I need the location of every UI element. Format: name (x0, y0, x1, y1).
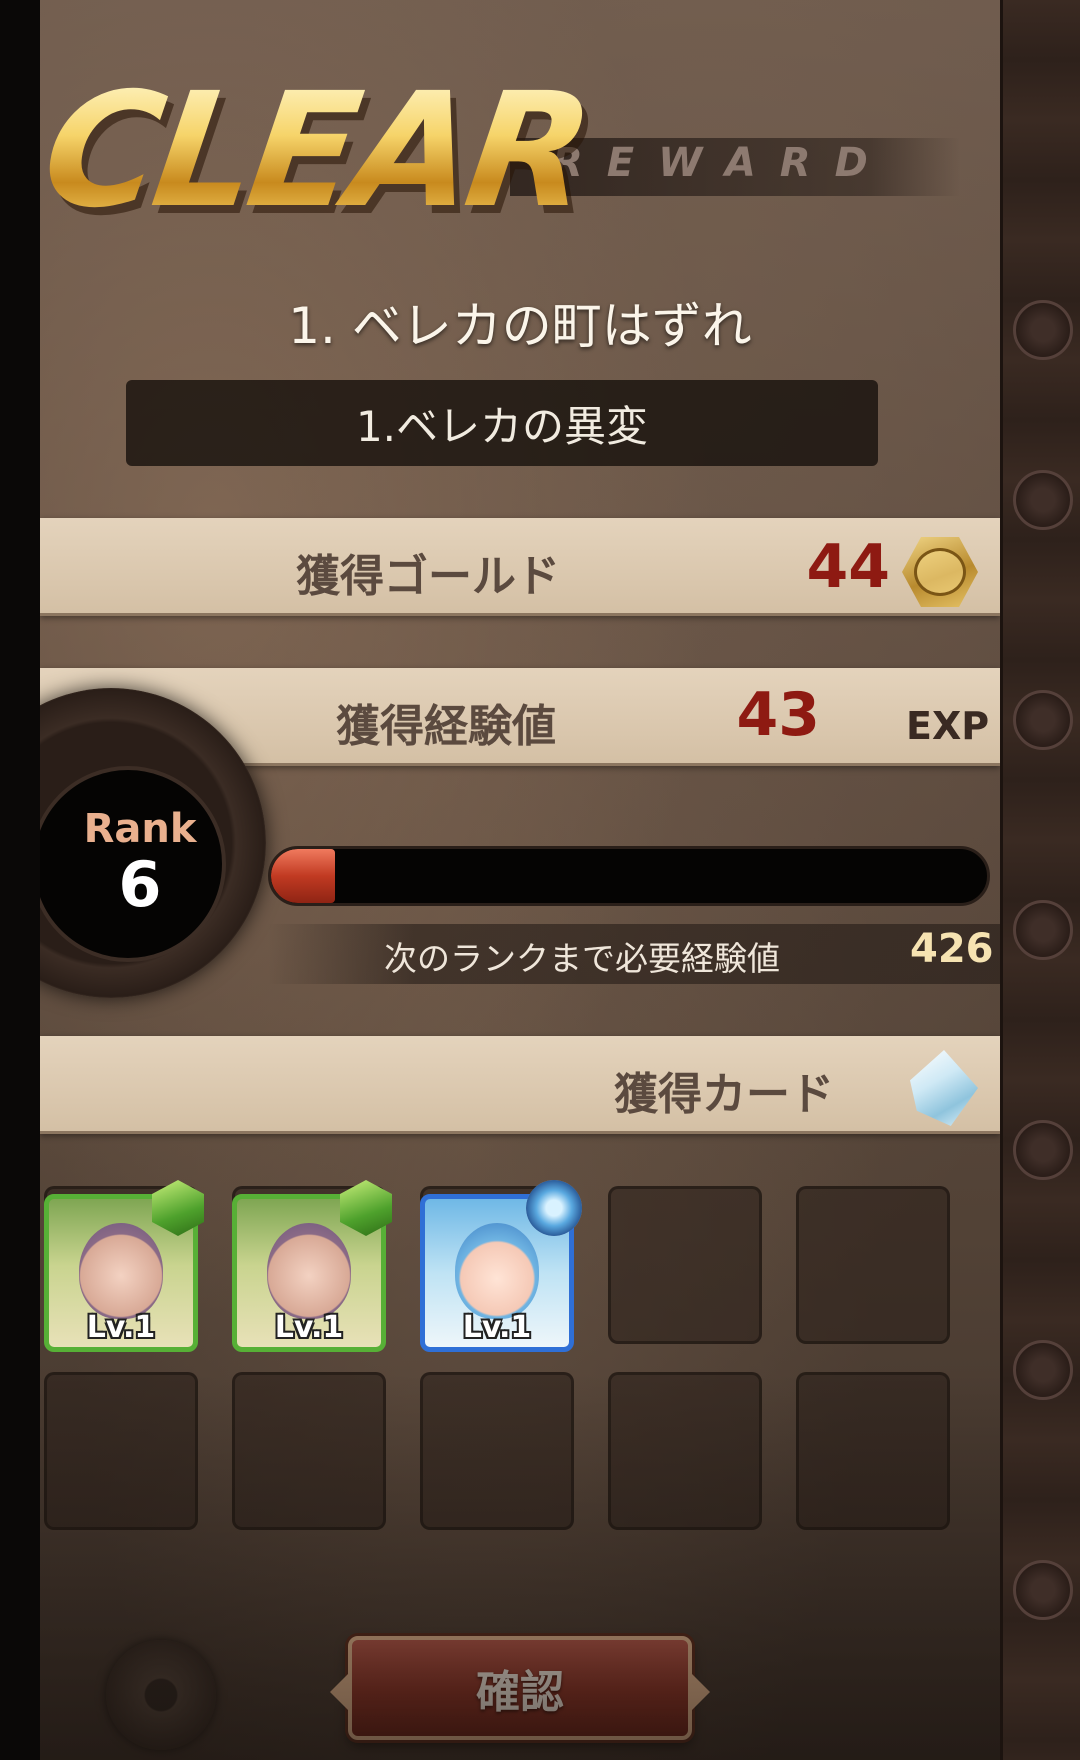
right-decorative-border (1000, 0, 1080, 1760)
ornament-icon (1013, 300, 1073, 360)
confirm-button[interactable]: 確認 (330, 1636, 692, 1740)
rank-value: 6 (118, 848, 162, 921)
rank-progress-fill (271, 849, 336, 903)
clear-title: CLEAR (40, 59, 597, 243)
exp-unit: EXP (906, 704, 990, 748)
next-rank-value: 426 (910, 926, 994, 972)
reward-subtitle: REWARD (552, 140, 892, 186)
card-level: Lv.1 (462, 1310, 532, 1345)
left-border (0, 0, 40, 1760)
button-cap-left (330, 1670, 352, 1714)
exp-label: 獲得経験値 (336, 701, 556, 752)
card-slot (608, 1186, 762, 1344)
card-slot (420, 1372, 574, 1530)
stage-subtitle: 1.ベレカの異変 (355, 401, 649, 451)
ornament-icon (1013, 1560, 1073, 1620)
result-panel: REWARD CLEAR CLEAR 1. ベレカの町はずれ 1.ベレカの異変 … (40, 0, 1000, 1760)
ornament-icon (1013, 470, 1073, 530)
stage-subtitle-box: 1.ベレカの異変 (126, 380, 878, 466)
card-portrait (267, 1223, 351, 1319)
card-portrait (455, 1223, 539, 1319)
next-rank-label: 次のランクまで必要経験値 (384, 939, 780, 978)
gear-decoration-icon (106, 1640, 216, 1750)
rank-label: Rank (83, 806, 197, 852)
ornament-icon (1013, 1120, 1073, 1180)
stage-title: 1. ベレカの町はずれ (288, 297, 752, 355)
gold-reward-band: 獲得ゴールド 44 (40, 518, 1000, 616)
card-slot (796, 1372, 950, 1530)
ornament-icon (1013, 1340, 1073, 1400)
card-reward-band: 獲得カード (40, 1036, 1000, 1134)
card-level: Lv.1 (86, 1310, 156, 1345)
button-cap-right (688, 1670, 710, 1714)
ice-element-icon (526, 1180, 582, 1236)
confirm-button-label: 確認 (476, 1667, 564, 1718)
card-portrait (79, 1223, 163, 1319)
ornament-icon (1013, 900, 1073, 960)
card-slot (232, 1372, 386, 1530)
card-slot (608, 1372, 762, 1530)
exp-value: 43 (736, 680, 821, 750)
card-label: 獲得カード (614, 1069, 834, 1120)
card-slot (796, 1186, 950, 1344)
card-level: Lv.1 (274, 1310, 344, 1345)
ornament-icon (1013, 690, 1073, 750)
gold-value: 44 (806, 532, 891, 602)
card-slot (44, 1372, 198, 1530)
rank-progress-bar (268, 846, 990, 906)
gold-label: 獲得ゴールド (296, 551, 560, 602)
